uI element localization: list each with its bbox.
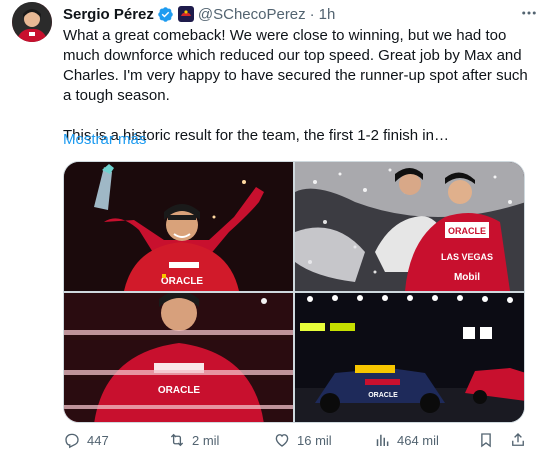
views-count: 464 mil — [397, 432, 439, 448]
like-button[interactable]: 16 mil — [273, 431, 332, 449]
photo-2-illustration: ORACLE LAS VEGAS Mobil — [295, 162, 524, 291]
reply-count: 447 — [87, 432, 109, 448]
tweet-paragraph-1: What a great comeback! We were close to … — [63, 27, 528, 104]
share-button[interactable] — [509, 431, 533, 449]
like-count: 16 mil — [297, 432, 332, 448]
photo-4-illustration: ORACLE — [295, 293, 524, 422]
heart-icon — [275, 434, 289, 447]
retweet-button[interactable]: 2 mil — [168, 431, 219, 449]
reply-icon — [65, 433, 79, 449]
retweet-count: 2 mil — [192, 432, 220, 448]
more-horizontal-icon — [522, 11, 536, 15]
photo-1-illustration: ORACLE — [64, 162, 293, 291]
tweet-text: What a great comeback! We were close to … — [63, 26, 531, 146]
tweet-timestamp[interactable]: 1h — [319, 6, 336, 23]
photo-driver-portrait[interactable]: ORACLE — [64, 293, 293, 422]
photo-race-cars-night[interactable]: ORACLE — [295, 293, 524, 422]
separator-dot: · — [309, 5, 315, 23]
photo-2-sponsor-text-3: Mobil — [454, 272, 480, 283]
bookmark-button[interactable] — [477, 431, 501, 449]
author-handle[interactable]: @SChecoPerez — [198, 6, 306, 23]
verified-badge-icon — [158, 6, 173, 22]
photo-champagne-celebration[interactable]: ORACLE LAS VEGAS Mobil — [295, 162, 524, 291]
views-button[interactable]: 464 mil — [373, 431, 439, 449]
photo-1-sponsor-text: ORACLE — [161, 276, 204, 287]
retweet-icon — [170, 433, 184, 447]
avatar-image — [12, 2, 52, 42]
avatar[interactable] — [12, 2, 52, 42]
photo-2-sponsor-text-1: ORACLE — [448, 226, 486, 236]
show-more-link[interactable]: Mostrar más — [63, 131, 146, 148]
tweet-header: Sergio Pérez @SChecoPerez · 1h — [63, 4, 541, 24]
bookmark-icon — [481, 433, 491, 448]
more-options-button[interactable] — [517, 2, 541, 24]
photo-podium-trophy[interactable]: ORACLE — [64, 162, 293, 291]
photo-3-sponsor-text: ORACLE — [158, 385, 201, 396]
photo-3-illustration: ORACLE — [64, 293, 293, 422]
tweet[interactable]: Sergio Pérez @SChecoPerez · 1h What a gr… — [0, 0, 553, 456]
photo-2-sponsor-text-2: LAS VEGAS — [441, 252, 493, 262]
analytics-bar-icon — [376, 434, 389, 446]
media-grid: ORACLE ORACLE LAS VEGAS Mobil ORACLE ORA… — [63, 161, 525, 423]
photo-4-sponsor-text-1: ORACLE — [368, 392, 398, 399]
share-icon — [512, 433, 524, 446]
team-affiliation-badge-icon[interactable] — [177, 6, 194, 22]
reply-button[interactable]: 447 — [63, 431, 109, 449]
author-name[interactable]: Sergio Pérez — [63, 6, 154, 23]
tweet-actions: 447 2 mil 16 mil 464 mil — [63, 429, 533, 451]
